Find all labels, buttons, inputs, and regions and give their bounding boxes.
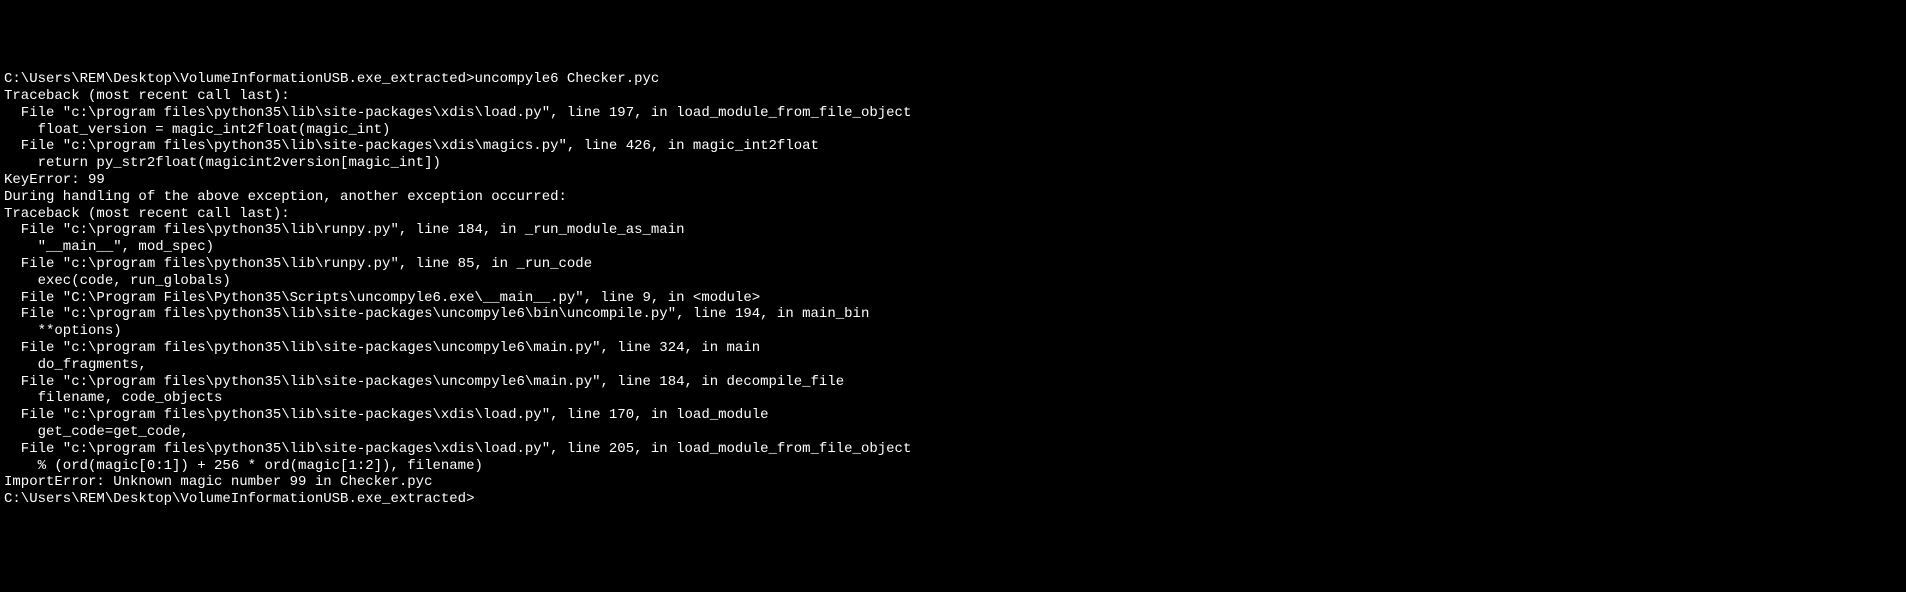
- terminal-line: File "c:\program files\python35\lib\site…: [4, 138, 1902, 155]
- terminal-line: File "C:\Program Files\Python35\Scripts\…: [4, 290, 1902, 307]
- terminal-line: Traceback (most recent call last):: [4, 206, 1902, 223]
- terminal-output[interactable]: C:\Users\REM\Desktop\VolumeInformationUS…: [4, 71, 1902, 508]
- terminal-line: exec(code, run_globals): [4, 273, 1902, 290]
- terminal-line: File "c:\program files\python35\lib\runp…: [4, 222, 1902, 239]
- terminal-line: do_fragments,: [4, 357, 1902, 374]
- terminal-line: File "c:\program files\python35\lib\site…: [4, 441, 1902, 458]
- terminal-line: File "c:\program files\python35\lib\site…: [4, 105, 1902, 122]
- terminal-line: filename, code_objects: [4, 390, 1902, 407]
- terminal-line: return py_str2float(magicint2version[mag…: [4, 155, 1902, 172]
- terminal-line: C:\Users\REM\Desktop\VolumeInformationUS…: [4, 71, 1902, 88]
- terminal-line: File "c:\program files\python35\lib\site…: [4, 340, 1902, 357]
- terminal-line: File "c:\program files\python35\lib\site…: [4, 306, 1902, 323]
- terminal-line: **options): [4, 323, 1902, 340]
- terminal-line: float_version = magic_int2float(magic_in…: [4, 122, 1902, 139]
- terminal-line: File "c:\program files\python35\lib\runp…: [4, 256, 1902, 273]
- terminal-line: KeyError: 99: [4, 172, 1902, 189]
- terminal-line: get_code=get_code,: [4, 424, 1902, 441]
- terminal-line: File "c:\program files\python35\lib\site…: [4, 407, 1902, 424]
- terminal-line: Traceback (most recent call last):: [4, 88, 1902, 105]
- command-prompt[interactable]: C:\Users\REM\Desktop\VolumeInformationUS…: [4, 491, 474, 507]
- terminal-line: % (ord(magic[0:1]) + 256 * ord(magic[1:2…: [4, 458, 1902, 475]
- terminal-line: ImportError: Unknown magic number 99 in …: [4, 474, 1902, 491]
- terminal-line: File "c:\program files\python35\lib\site…: [4, 374, 1902, 391]
- terminal-line: "__main__", mod_spec): [4, 239, 1902, 256]
- terminal-line: During handling of the above exception, …: [4, 189, 1902, 206]
